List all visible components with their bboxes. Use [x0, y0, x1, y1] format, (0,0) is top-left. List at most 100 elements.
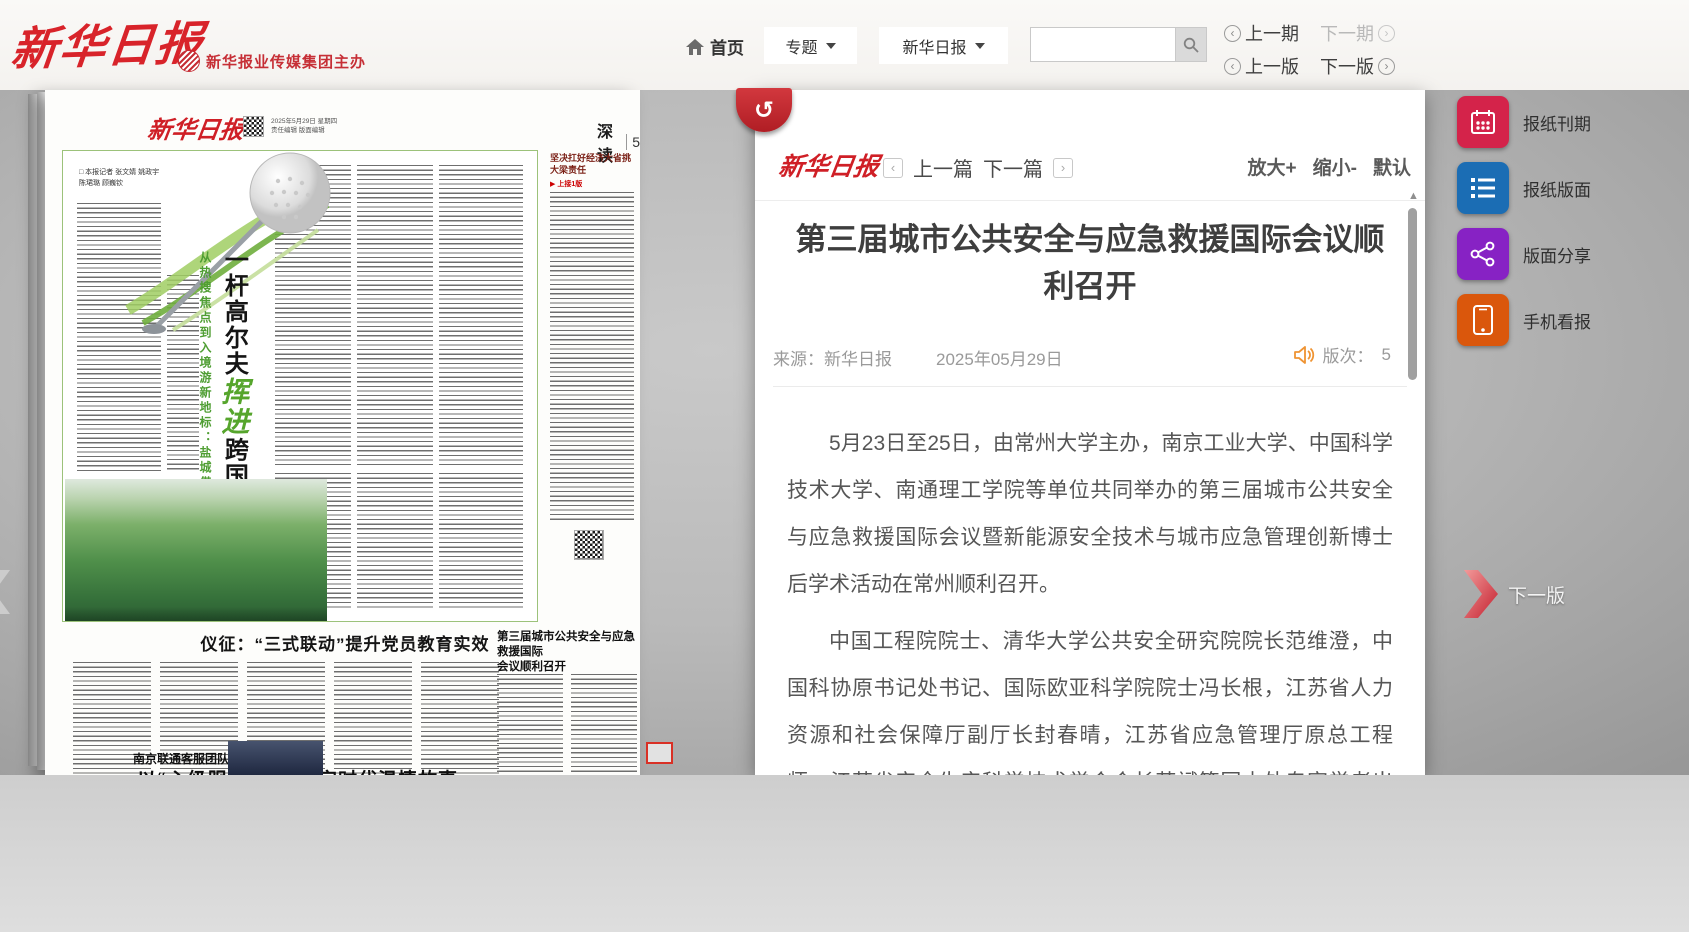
speaker-icon[interactable]: [1293, 345, 1315, 365]
article-body: 5月23日至25日，由常州大学主办，南京工业大学、中国科学技术大学、南通理工学院…: [771, 390, 1409, 775]
prev-article-icon[interactable]: ‹: [883, 158, 903, 178]
zoom-out-button[interactable]: 缩小-: [1313, 153, 1357, 180]
continuation-column: 坚决扛好经济大省挑大梁责任 ▶ 上接1版: [550, 152, 634, 612]
masthead-date-line: 2025年5月29日 星期四 责任编辑 版面编辑: [271, 117, 337, 135]
brand-text: 新华报业传媒集团主办: [206, 51, 366, 72]
rail-label: 报纸版面: [1523, 176, 1591, 201]
prev-issue-button[interactable]: ‹ 上一期: [1224, 20, 1320, 46]
headline-line: 会议顺利召开: [497, 660, 637, 675]
rail-label: 报纸刊期: [1523, 110, 1591, 135]
return-arrow-icon: ↺: [754, 96, 774, 125]
next-page-label: 下一版: [1508, 581, 1565, 608]
chevron-down-icon: [826, 43, 836, 49]
headline-line: 第三届城市公共安全与应急救援国际: [497, 630, 637, 660]
date-line: 2025年5月29日 星期四: [271, 117, 337, 126]
page-number: 5: [632, 134, 640, 150]
masthead-qr-code: [243, 116, 264, 137]
article-qr-code: [574, 530, 604, 560]
headline-part: 一杆高尔夫: [220, 247, 247, 377]
nav-home[interactable]: 首页: [686, 34, 744, 59]
next-page-button[interactable]: 下一版 ›: [1320, 53, 1416, 79]
article-conference-headline: 第三届城市公共安全与应急救援国际 会议顺利召开: [497, 630, 637, 675]
article-meta: 来源：新华日报 2025年05月29日 版次： 5: [773, 342, 1407, 368]
rail-item-mobile[interactable]: 手机看报: [1457, 294, 1591, 346]
issue-page-pager: ‹ 上一期 下一期 › ‹ 上一版 下一版 ›: [1224, 20, 1416, 79]
divider: [755, 200, 1425, 201]
nav-paper-dropdown[interactable]: 新华日报: [879, 27, 1008, 64]
newspaper-page-preview[interactable]: 新华日报 2025年5月29日 星期四 责任编辑 版面编辑 深读 5 □ 本报记…: [45, 90, 640, 775]
back-to-page-button[interactable]: ↺: [736, 88, 792, 132]
scrollbar-thumb[interactable]: [1408, 208, 1417, 380]
search-bar: [1030, 27, 1207, 62]
rail-button[interactable]: [1457, 162, 1509, 214]
prev-article-button[interactable]: 上一篇: [913, 153, 973, 182]
circle-right-icon: ›: [1378, 25, 1395, 42]
rail-label: 手机看报: [1523, 308, 1591, 333]
nav-home-label: 首页: [710, 34, 744, 59]
phone-icon: [1472, 305, 1494, 335]
reader-toolbar: 新华日报 ‹ 上一篇 下一篇 › 放大+ 缩小- 默认: [755, 145, 1425, 190]
next-issue-label: 下一期: [1320, 20, 1374, 46]
rail-button[interactable]: [1457, 228, 1509, 280]
article-pager: ‹ 上一篇 下一篇 ›: [883, 153, 1073, 182]
page-label: 版次：: [1323, 342, 1374, 367]
circle-left-icon: ‹: [1224, 25, 1241, 42]
page-value: 5: [1382, 345, 1391, 365]
zoom-in-button[interactable]: 放大+: [1248, 153, 1297, 180]
brand-emblem-icon: [178, 50, 200, 72]
continuation-title: 坚决扛好经济大省挑大梁责任: [550, 152, 634, 176]
next-article-button[interactable]: 下一篇: [983, 153, 1043, 182]
divider: [773, 386, 1407, 387]
scroll-up-arrow[interactable]: ▲: [1408, 190, 1419, 202]
divider: [626, 134, 627, 150]
reader-logo: 新华日报: [776, 147, 881, 183]
search-icon: [1183, 37, 1199, 53]
prev-page-label: 上一版: [1245, 53, 1299, 79]
home-icon: [686, 39, 704, 55]
nav-paper-label: 新华日报: [902, 34, 966, 58]
next-page-arrow[interactable]: 下一版: [1462, 568, 1565, 620]
article-yizheng-headline: 仪征：“三式联动”提升党员教育实效: [195, 630, 495, 655]
nav-topics-dropdown[interactable]: 专题: [764, 27, 857, 64]
editor-line: 责任编辑 版面编辑: [271, 126, 337, 135]
rail-item-issues[interactable]: 报纸刊期: [1457, 96, 1591, 148]
article-paragraph: 5月23日至25日，由常州大学主办，南京工业大学、中国科学技术大学、南通理工学院…: [787, 420, 1393, 608]
article-title: 第三届城市公共安全与应急救援国际会议顺利召开: [785, 216, 1395, 310]
next-page-label: 下一版: [1320, 53, 1374, 79]
article-highlight-marker: [646, 742, 673, 764]
reader-scrollbar[interactable]: ▲: [1407, 190, 1419, 775]
next-issue-button: 下一期 ›: [1320, 20, 1416, 46]
rail-label: 版面分享: [1523, 242, 1591, 267]
search-input[interactable]: [1030, 27, 1176, 62]
chevron-right-icon: [1462, 568, 1500, 620]
article-source: 来源：新华日报: [773, 345, 892, 370]
main-area: 新华日报 2025年5月29日 星期四 责任编辑 版面编辑 深读 5 □ 本报记…: [0, 90, 1689, 775]
article-conference-body: [497, 674, 637, 775]
bottom-strip: [0, 775, 1689, 932]
page-stack-edge: [37, 92, 45, 770]
calendar-icon: [1469, 108, 1497, 136]
prev-page-button[interactable]: ‹ 上一版: [1224, 53, 1320, 79]
headline-part-green: 挥进: [218, 377, 249, 437]
newspaper-masthead-logo: 新华日报: [146, 110, 247, 145]
golf-article-box[interactable]: □ 本报记者 张文婧 姚政宇 陈珺璐 顾巍钦: [62, 150, 538, 622]
page: 新华日报 新华报业传媒集团主办 首页 专题 新华日报: [0, 0, 1689, 932]
continuation-tag: ▶ 上接1版: [550, 179, 634, 189]
rail-item-pages[interactable]: 报纸版面: [1457, 162, 1591, 214]
rail-item-share[interactable]: 版面分享: [1457, 228, 1591, 280]
chevron-down-icon: [975, 43, 985, 49]
rail-button[interactable]: [1457, 294, 1509, 346]
zoom-reset-button[interactable]: 默认: [1373, 153, 1411, 180]
article-paragraph: 中国工程院院士、清华大学公共安全研究院院长范维澄，中国科协原书记处书记、国际欧亚…: [787, 618, 1393, 775]
text-column: [550, 192, 634, 522]
next-article-icon[interactable]: ›: [1053, 158, 1073, 178]
share-icon: [1469, 240, 1497, 268]
rail-button[interactable]: [1457, 96, 1509, 148]
photo-caption-strip: [65, 607, 327, 621]
prev-page-arrow[interactable]: [0, 568, 12, 621]
circle-right-icon: ›: [1378, 58, 1395, 75]
text-column: [439, 473, 523, 609]
page-stack-edge: [28, 94, 37, 766]
nav-topics-label: 专题: [785, 34, 817, 58]
search-button[interactable]: [1176, 27, 1207, 62]
